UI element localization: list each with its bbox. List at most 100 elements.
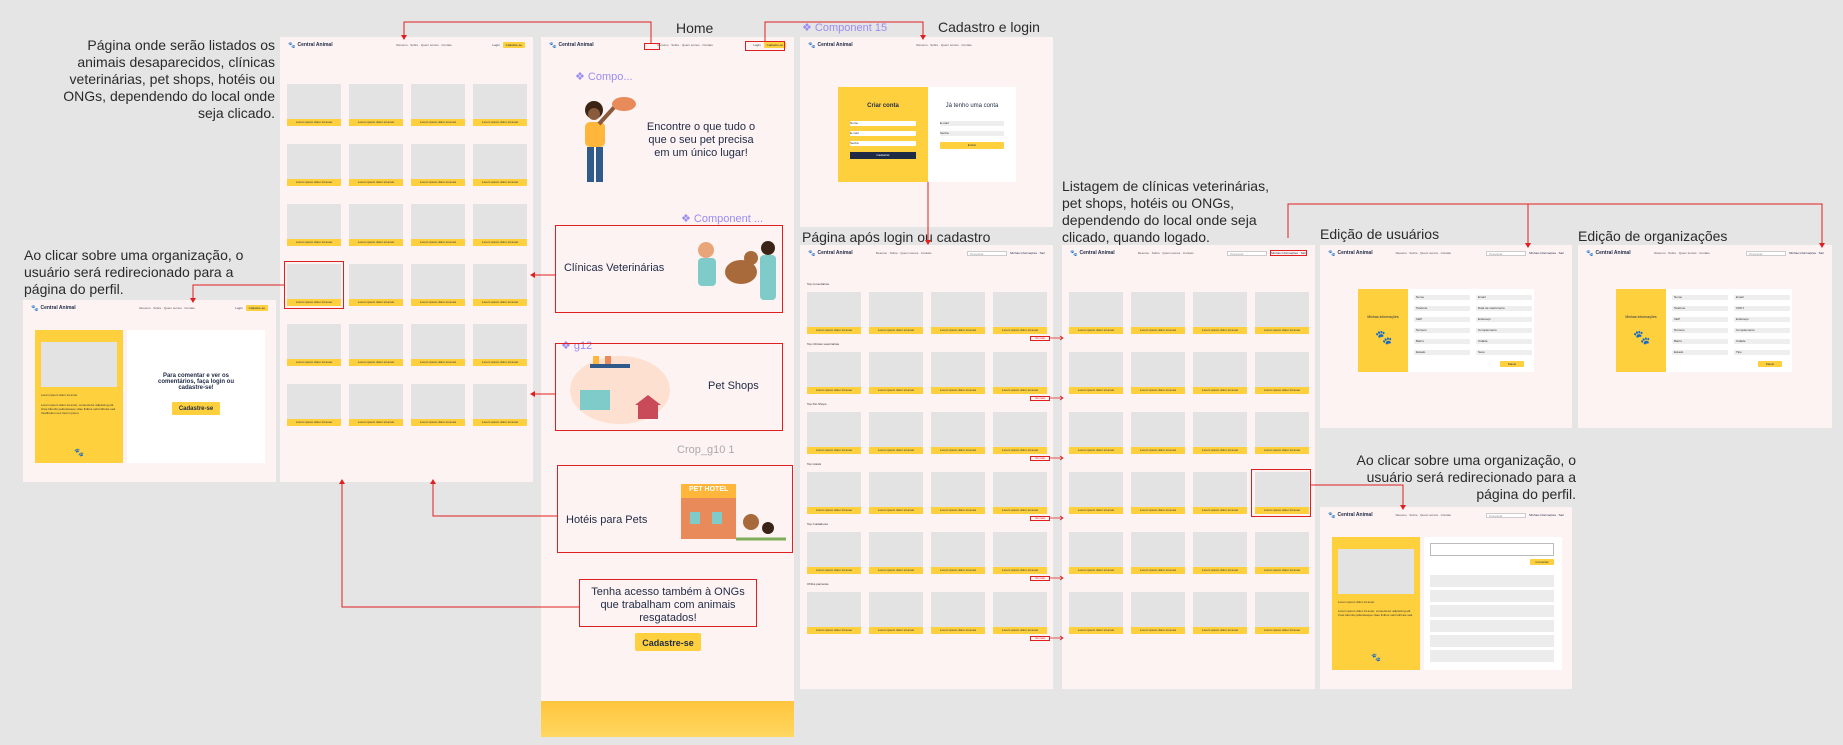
list-card[interactable]: Lorem ipsum dolor sit amet xyxy=(1069,532,1123,574)
form-field[interactable]: Número xyxy=(1414,328,1470,333)
list-card[interactable]: Lorem ipsum dolor sit amet xyxy=(349,84,403,126)
list-card[interactable]: Lorem ipsum dolor sit amet xyxy=(807,352,861,394)
list-card[interactable]: Lorem ipsum dolor sit amet xyxy=(1193,412,1247,454)
form-field[interactable]: Bairro xyxy=(1672,339,1728,344)
list-card[interactable]: Lorem ipsum dolor sit amet xyxy=(349,264,403,306)
comment-input[interactable] xyxy=(1430,543,1554,556)
form-field[interactable]: Cidade xyxy=(1476,339,1532,344)
section-clinicas[interactable]: Clínicas Veterinárias xyxy=(555,225,783,313)
form-field[interactable]: Telefone xyxy=(1414,306,1470,311)
list-card[interactable]: Lorem ipsum dolor sit amet xyxy=(1069,412,1123,454)
signup-button[interactable]: Cadastre-se xyxy=(502,42,525,48)
list-card[interactable]: Lorem ipsum dolor sit amet xyxy=(473,384,527,426)
section-hoteis[interactable]: Hotéis para Pets PET HOTEL xyxy=(557,465,793,553)
nav-links[interactable]: Resumo · Sobre · Quem somos · Contato xyxy=(1396,513,1452,517)
form-field[interactable]: CEP xyxy=(1414,317,1470,322)
form-field[interactable]: Telefone xyxy=(1672,306,1728,311)
list-card[interactable]: Lorem ipsum dolor sit amet xyxy=(411,84,465,126)
form-field[interactable]: Bairro xyxy=(1414,339,1470,344)
list-card[interactable]: Lorem ipsum dolor sit amet xyxy=(1255,532,1309,574)
list-card[interactable]: Lorem ipsum dolor sit amet xyxy=(1131,532,1185,574)
list-card[interactable]: Lorem ipsum dolor sit amet xyxy=(473,84,527,126)
list-card[interactable]: Lorem ipsum dolor sit amet xyxy=(869,292,923,334)
search-input[interactable]: Pesquisar xyxy=(1486,250,1527,256)
section-petshops[interactable]: Pet Shops xyxy=(555,343,783,431)
profile-link[interactable]: Minhas informações · Sair xyxy=(1010,251,1045,255)
list-card[interactable]: Lorem ipsum dolor sit amet xyxy=(931,472,985,514)
form-field[interactable]: Nome xyxy=(1414,295,1470,300)
see-more-link[interactable]: Ver mais xyxy=(1030,336,1050,341)
list-card[interactable]: Lorem ipsum dolor sit amet xyxy=(1131,592,1185,634)
list-card[interactable]: Lorem ipsum dolor sit amet xyxy=(473,264,527,306)
list-card[interactable]: Lorem ipsum dolor sit amet xyxy=(993,412,1047,454)
list-card[interactable]: Lorem ipsum dolor sit amet xyxy=(287,324,341,366)
list-card[interactable]: Lorem ipsum dolor sit amet xyxy=(1255,592,1309,634)
see-more-link[interactable]: Ver mais xyxy=(1030,456,1050,461)
login-password-field[interactable]: Senha xyxy=(940,131,1004,136)
list-card[interactable]: Lorem ipsum dolor sit amet xyxy=(411,144,465,186)
list-card[interactable]: Lorem ipsum dolor sit amet xyxy=(287,144,341,186)
login-link[interactable]: Login xyxy=(235,306,242,310)
list-card[interactable]: Lorem ipsum dolor sit amet xyxy=(1193,592,1247,634)
list-card[interactable]: Lorem ipsum dolor sit amet xyxy=(349,204,403,246)
list-card[interactable]: Lorem ipsum dolor sit amet xyxy=(1255,352,1309,394)
list-card[interactable]: Lorem ipsum dolor sit amet xyxy=(287,384,341,426)
list-card[interactable]: Lorem ipsum dolor sit amet xyxy=(931,412,985,454)
form-field[interactable]: Cidade xyxy=(1734,339,1790,344)
search-input[interactable]: Pesquisar xyxy=(1746,250,1787,256)
list-card[interactable]: Lorem ipsum dolor sit amet xyxy=(931,532,985,574)
form-field[interactable]: CEP xyxy=(1672,317,1728,322)
list-card[interactable]: Lorem ipsum dolor sit amet xyxy=(1131,352,1185,394)
list-card[interactable]: Lorem ipsum dolor sit amet xyxy=(1255,292,1309,334)
brand-logo[interactable]: 🐾 Central Animal xyxy=(1328,512,1373,519)
brand-logo[interactable]: 🐾 Central Animal xyxy=(808,42,853,49)
brand-logo[interactable]: 🐾 Central Animal xyxy=(288,42,333,49)
brand-logo[interactable]: 🐾 Central Animal xyxy=(808,250,853,257)
form-field[interactable]: Email xyxy=(1476,295,1532,300)
form-field[interactable]: Número xyxy=(1672,328,1728,333)
search-input[interactable]: Pesquisar xyxy=(1227,250,1268,256)
list-card[interactable]: Lorem ipsum dolor sit amet xyxy=(993,292,1047,334)
profile-link[interactable]: Minhas informações · Sair xyxy=(1270,250,1307,256)
name-field[interactable]: Nome xyxy=(850,121,916,126)
list-card[interactable]: Lorem ipsum dolor sit amet xyxy=(931,352,985,394)
list-card[interactable]: Lorem ipsum dolor sit amet xyxy=(993,352,1047,394)
nav-links[interactable]: Resumo · Sobre · Quem somos · Contato xyxy=(876,251,932,255)
brand-logo[interactable]: 🐾 Central Animal xyxy=(1070,250,1115,257)
list-card[interactable]: Lorem ipsum dolor sit amet xyxy=(869,532,923,574)
list-card[interactable]: Lorem ipsum dolor sit amet xyxy=(1131,472,1185,514)
nav-links[interactable]: Resumo · Sobre · Quem somos · Contato xyxy=(396,43,452,47)
profile-link[interactable]: Minhas informações · Sair xyxy=(1789,251,1824,255)
list-card[interactable]: Lorem ipsum dolor sit amet xyxy=(1131,412,1185,454)
see-more-link[interactable]: Ver mais xyxy=(1030,576,1050,581)
login-email-field[interactable]: E-mail xyxy=(940,121,1004,126)
list-card[interactable]: Lorem ipsum dolor sit amet xyxy=(1069,352,1123,394)
see-more-link[interactable]: Ver mais xyxy=(1030,396,1050,401)
list-card[interactable]: Lorem ipsum dolor sit amet xyxy=(869,592,923,634)
list-card[interactable]: Lorem ipsum dolor sit amet xyxy=(411,324,465,366)
nav-links[interactable]: Resumo · Sobre · Quem somos · Contato xyxy=(1396,251,1452,255)
brand-logo[interactable]: 🐾 Central Animal xyxy=(549,42,594,49)
list-card[interactable]: Lorem ipsum dolor sit amet xyxy=(807,412,861,454)
form-field[interactable]: Sexo xyxy=(1476,350,1532,355)
list-card[interactable]: Lorem ipsum dolor sit amet xyxy=(349,324,403,366)
form-field[interactable]: Data de nascimento xyxy=(1476,306,1532,311)
list-card[interactable]: Lorem ipsum dolor sit amet xyxy=(287,84,341,126)
list-card[interactable]: Lorem ipsum dolor sit amet xyxy=(807,592,861,634)
login-button[interactable]: Entrar xyxy=(940,142,1004,149)
list-card[interactable]: Lorem ipsum dolor sit amet xyxy=(287,204,341,246)
nav-links[interactable]: Resumo · Sobre · Quem somos · Contato xyxy=(916,43,972,47)
password-field[interactable]: Senha xyxy=(850,141,916,146)
list-card[interactable]: Lorem ipsum dolor sit amet xyxy=(473,204,527,246)
list-card[interactable]: Lorem ipsum dolor sit amet xyxy=(993,532,1047,574)
list-card[interactable]: Lorem ipsum dolor sit amet xyxy=(869,412,923,454)
list-card[interactable]: Lorem ipsum dolor sit amet xyxy=(411,204,465,246)
list-card[interactable]: Lorem ipsum dolor sit amet xyxy=(349,144,403,186)
home-cta-button[interactable]: Cadastre-se xyxy=(635,633,701,651)
list-card[interactable]: Lorem ipsum dolor sit amet xyxy=(993,472,1047,514)
login-link[interactable]: Login xyxy=(492,43,499,47)
list-card[interactable]: Lorem ipsum dolor sit amet xyxy=(931,292,985,334)
see-more-link[interactable]: Ver mais xyxy=(1030,636,1050,641)
nav-links[interactable]: Resumo · Sobre · Quem somos · Contato xyxy=(657,43,713,47)
email-field[interactable]: E-mail xyxy=(850,131,916,136)
